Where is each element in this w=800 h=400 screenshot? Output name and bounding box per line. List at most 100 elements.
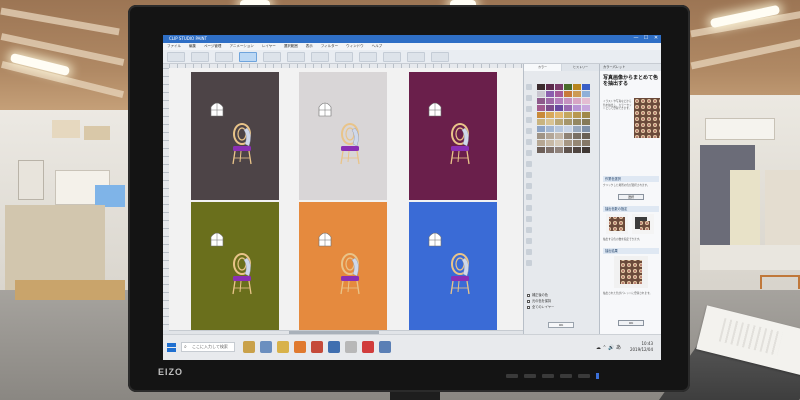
toolbar-button[interactable] <box>167 52 185 62</box>
toolbar-button[interactable] <box>263 52 281 62</box>
color-swatch[interactable] <box>546 91 554 97</box>
color-swatch[interactable] <box>537 91 545 97</box>
toolbar-button[interactable] <box>311 52 329 62</box>
color-swatch[interactable] <box>564 133 572 139</box>
pick-button[interactable]: 選択 <box>618 194 644 200</box>
color-swatch[interactable] <box>582 105 590 111</box>
toolbar-button[interactable] <box>191 52 209 62</box>
toolbar-button[interactable] <box>335 52 353 62</box>
panel-icon[interactable] <box>526 84 532 90</box>
app-icon-store[interactable] <box>294 341 306 353</box>
color-swatch[interactable] <box>573 147 581 153</box>
color-swatch[interactable] <box>564 91 572 97</box>
color-swatch[interactable] <box>573 126 581 132</box>
color-swatch[interactable] <box>555 147 563 153</box>
toolbar-button[interactable] <box>359 52 377 62</box>
minimize-button[interactable]: — <box>633 36 639 41</box>
color-swatch[interactable] <box>564 126 572 132</box>
color-swatch[interactable] <box>537 140 545 146</box>
menu-file[interactable]: ファイル <box>167 43 181 50</box>
taskbar-search-input[interactable]: ⌕ ここに入力して検索 <box>181 342 235 352</box>
monitor-button[interactable] <box>560 374 572 378</box>
color-swatch[interactable] <box>537 133 545 139</box>
app-icon-window[interactable] <box>260 341 272 353</box>
menu-selection[interactable]: 選択範囲 <box>284 43 298 50</box>
color-swatch[interactable] <box>537 112 545 118</box>
color-swatch[interactable] <box>546 140 554 146</box>
color-swatch[interactable] <box>582 112 590 118</box>
color-swatch[interactable] <box>555 119 563 125</box>
color-swatch[interactable] <box>573 98 581 104</box>
ok-button[interactable]: OK <box>618 320 644 326</box>
checkbox[interactable] <box>527 305 530 309</box>
color-swatch[interactable] <box>582 126 590 132</box>
maximize-button[interactable]: ☐ <box>643 36 649 41</box>
color-swatch[interactable] <box>537 126 545 132</box>
color-swatch[interactable] <box>582 91 590 97</box>
color-swatch[interactable] <box>573 133 581 139</box>
color-swatch[interactable] <box>564 119 572 125</box>
tab-history[interactable]: ヒストリー <box>562 64 599 71</box>
system-clock[interactable]: 10:43 2019/12/04 <box>630 341 653 353</box>
color-swatch[interactable] <box>537 98 545 104</box>
start-windows-icon[interactable] <box>167 343 176 352</box>
tab-color[interactable]: カラー <box>524 64 561 71</box>
color-swatch[interactable] <box>546 119 554 125</box>
checkbox[interactable] <box>527 293 530 297</box>
color-swatch[interactable] <box>537 105 545 111</box>
toolbar-button[interactable] <box>383 52 401 62</box>
color-swatch[interactable] <box>555 105 563 111</box>
color-swatch[interactable] <box>582 119 590 125</box>
color-swatch[interactable] <box>546 105 554 111</box>
color-swatch[interactable] <box>546 84 554 90</box>
panel-icon[interactable] <box>526 216 532 222</box>
panel-icon[interactable] <box>526 238 532 244</box>
color-swatch[interactable] <box>582 147 590 153</box>
menu-help[interactable]: ヘルプ <box>372 43 383 50</box>
color-swatch[interactable] <box>537 147 545 153</box>
color-swatch[interactable] <box>546 98 554 104</box>
color-swatch[interactable] <box>582 84 590 90</box>
monitor-button[interactable] <box>578 374 590 378</box>
panel-icon[interactable] <box>526 205 532 211</box>
menu-page[interactable]: ページ管理 <box>204 43 221 50</box>
app-icon-clipstudio[interactable] <box>362 341 374 353</box>
toolbar-button-active[interactable] <box>239 52 257 62</box>
color-swatch[interactable] <box>537 84 545 90</box>
app-icon-mail[interactable] <box>328 341 340 353</box>
app-icon-explorer[interactable] <box>243 341 255 353</box>
color-swatch[interactable] <box>582 98 590 104</box>
menu-window[interactable]: ウィンドウ <box>346 43 364 50</box>
color-variant-panel[interactable] <box>409 72 497 200</box>
panel-icon[interactable] <box>526 183 532 189</box>
menu-view[interactable]: 表示 <box>306 43 313 50</box>
monitor-button[interactable] <box>524 374 536 378</box>
color-swatch[interactable] <box>546 126 554 132</box>
monitor-button[interactable] <box>542 374 554 378</box>
color-swatch[interactable] <box>564 140 572 146</box>
color-swatch[interactable] <box>555 91 563 97</box>
panel-icon[interactable] <box>526 128 532 134</box>
menu-filter[interactable]: フィルター <box>321 43 338 50</box>
color-swatch[interactable] <box>564 98 572 104</box>
color-swatch[interactable] <box>555 133 563 139</box>
checkbox[interactable] <box>527 299 530 303</box>
panel-icon[interactable] <box>526 150 532 156</box>
panel-icon[interactable] <box>526 227 532 233</box>
menu-animation[interactable]: アニメーション <box>229 43 253 50</box>
app-icon-folder[interactable] <box>277 341 289 353</box>
panel-icon[interactable] <box>526 161 532 167</box>
color-swatch[interactable] <box>573 91 581 97</box>
app-icon-paint[interactable] <box>311 341 323 353</box>
color-swatch[interactable] <box>564 147 572 153</box>
panel-icon[interactable] <box>526 249 532 255</box>
menu-edit[interactable]: 編集 <box>189 43 196 50</box>
toolbar-button[interactable] <box>287 52 305 62</box>
app-icon-settings[interactable] <box>345 341 357 353</box>
color-variant-panel[interactable] <box>191 202 279 330</box>
color-swatch[interactable] <box>546 112 554 118</box>
color-swatch[interactable] <box>573 140 581 146</box>
panel-icon[interactable] <box>526 117 532 123</box>
color-swatch[interactable] <box>582 140 590 146</box>
apply-button[interactable]: OK <box>548 322 574 328</box>
